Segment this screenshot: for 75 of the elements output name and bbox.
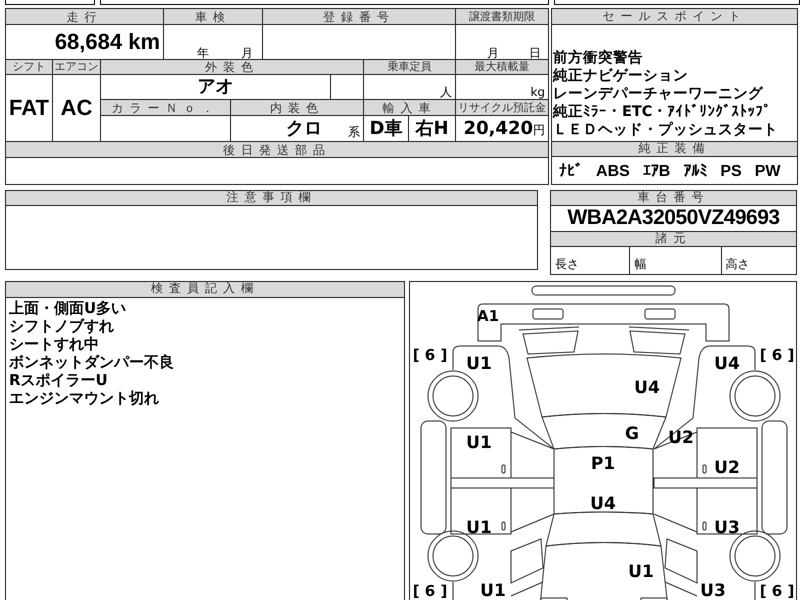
steering-value: 右H [415,118,449,139]
mileage-value: 68,684 [54,28,124,54]
sales-point-text: 前方衝突警告 [553,49,644,67]
sales-point-text: レーンデパーチャーワーニング [553,85,764,103]
unit-label: 月 [487,46,500,58]
equipment-item: PS [720,162,742,182]
equipment-item: ﾅﾋﾞ [559,162,584,182]
field-label: カラーＮｏ． [100,100,231,116]
section-header: 車台番号 [551,191,796,206]
field-label: 譲渡書類期限 [456,8,549,25]
damage-code: U1 [466,354,492,374]
field-label: シフト [6,59,52,74]
unit-label: 人 [440,85,452,98]
unit-label: 系 [348,126,360,138]
section-header: 検査員記入欄 [6,282,404,298]
field-label: 乗車定員 [364,59,456,74]
damage-code: U1 [628,562,654,582]
damage-code: U3 [700,581,726,600]
import-dealer-value: D車 [370,118,402,139]
sales-point-text: 純正ﾐﾗｰ・ETC・ｱｲﾄﾞﾘﾝｸﾞｽﾄｯﾌﾟ [553,103,772,121]
section-header: 純正装備 [552,141,798,157]
shift-value: FAT [9,95,49,120]
equipment-item: ｴｱB [642,162,670,182]
damage-code: U2 [714,458,740,478]
section-header: 諸元 [551,231,796,247]
unit-label: km [128,28,160,54]
field-label: 登録番号 [262,8,456,25]
field-label: 後日発送部品 [6,142,549,158]
spec-label: 長さ [551,247,630,274]
inspector-note-text: エンジンマウント切れ [9,389,160,407]
inspector-note-text: RスポイラーU [9,371,109,389]
damage-code: U4 [714,354,740,374]
interior-color-value: クロ [286,120,322,138]
equipment-item: PW [754,162,780,182]
damage-code: U1 [466,518,492,538]
field-label: 車検 [164,8,263,25]
damage-code: P1 [590,454,616,474]
damage-code: U3 [714,518,740,538]
damage-code: U1 [480,581,506,600]
damage-code: G [625,424,639,444]
sales-point-text: ＬＥＤヘッド・プッシュスタート [553,121,780,139]
equipment-item: ｱﾙﾐ [683,162,708,182]
unit-label: 日 [529,46,542,58]
recycling-deposit-value: 20,420 [464,118,534,139]
unit-label: 円 [533,122,546,137]
damage-code: U1 [466,433,492,453]
equipment-item: ABS [596,162,630,182]
unit-label: kg [530,85,546,98]
unit-label: 年 [197,46,210,58]
inspector-note-text: シートすれ中 [9,335,100,353]
tire-mark: [ 6 ] [760,346,794,364]
field-label: エアコン [52,59,100,74]
tire-mark: [ 6 ] [412,582,448,600]
spec-label: 幅 [630,247,722,274]
tire-mark: [ 6 ] [412,346,448,364]
field-label: 走行 [6,8,164,25]
chassis-number-value: WBA2A32050VZ49693 [566,206,781,231]
inspector-note-text: ボンネットダンパー不良 [9,353,175,371]
field-label: 最大積載量 [456,59,549,74]
unit-label: 月 [241,46,254,58]
section-header: セールスポイント [552,9,798,25]
damage-code: U4 [634,378,660,398]
tire-mark: [ 6 ] [760,582,794,600]
sales-point-text: 純正ナビゲーション [553,67,690,85]
damage-code: U4 [590,494,616,514]
spec-label: 高さ [724,256,751,273]
field-label: 外装色 [100,59,364,74]
section-header: 注意事項欄 [6,191,537,206]
exterior-color-value: アオ [198,76,234,97]
field-label: リサイクル預託金 [456,100,549,116]
inspector-note-text: 上面・側面U多い [9,299,128,317]
field-label: 内装色 [230,100,364,116]
field-label: 輸入車 [364,100,456,116]
air-conditioner-value: AC [60,95,92,120]
inspector-note-text: シフトノブすれ [9,317,115,335]
